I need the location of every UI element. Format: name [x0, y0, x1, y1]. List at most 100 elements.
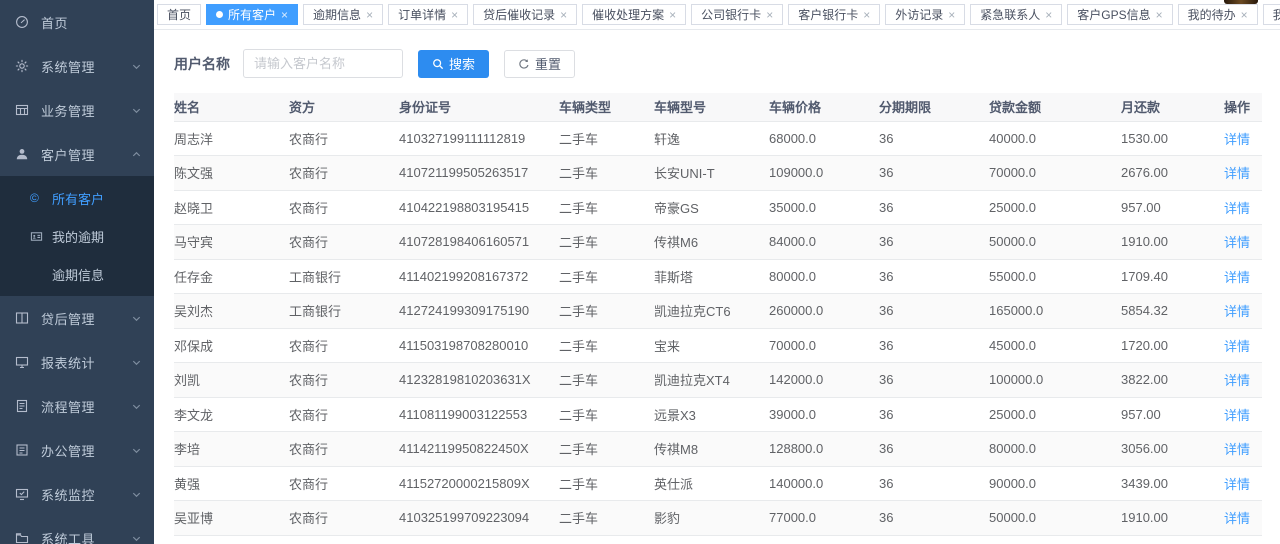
- reset-button[interactable]: 重置: [504, 50, 575, 78]
- cell-vehicle_price: 140000.0: [769, 466, 879, 501]
- reset-button-label: 重置: [535, 54, 561, 73]
- cell-id_number: 41142119950822450X: [399, 432, 559, 467]
- cell-name: 李培: [174, 432, 289, 467]
- detail-link[interactable]: 详情: [1224, 373, 1250, 388]
- cell-action: 详情: [1206, 328, 1262, 363]
- sidebar-item-1[interactable]: 系统管理: [0, 44, 154, 88]
- cell-vehicle_price: 128800.0: [769, 432, 879, 467]
- tab-10[interactable]: 客户GPS信息×: [1067, 4, 1172, 25]
- tab-5[interactable]: 催收处理方案 ×: [582, 4, 686, 25]
- tab-11[interactable]: 我的待办 ×: [1178, 4, 1258, 25]
- tab-3[interactable]: 订单详情×: [388, 4, 468, 25]
- detail-link[interactable]: 详情: [1224, 304, 1250, 319]
- search-icon: [432, 58, 444, 70]
- close-icon[interactable]: ×: [451, 9, 458, 21]
- tab-0[interactable]: 首页: [157, 4, 201, 25]
- close-icon[interactable]: ×: [1241, 9, 1248, 21]
- cell-id_number: 412724199309175190: [399, 294, 559, 329]
- cell-vehicle_type: 二手车: [559, 397, 654, 432]
- cell-vehicle_type: 二手车: [559, 363, 654, 398]
- cell-vehicle_price: 39000.0: [769, 397, 879, 432]
- detail-link[interactable]: 详情: [1224, 477, 1250, 492]
- table-row: 李文龙农商行411081199003122553二手车远景X339000.036…: [174, 397, 1262, 432]
- avatar[interactable]: [1224, 0, 1258, 4]
- tab-label: 催收处理方案: [592, 6, 664, 23]
- detail-link[interactable]: 详情: [1224, 132, 1250, 147]
- sidebar-item-4[interactable]: 贷后管理: [0, 296, 154, 340]
- sidebar-item-label: 报表统计: [41, 353, 131, 372]
- tab-6[interactable]: 公司银行卡×: [691, 4, 783, 25]
- cell-vehicle_type: 二手车: [559, 294, 654, 329]
- cell-installments: 36: [879, 501, 989, 536]
- app-root: 首页系统管理业务管理客户管理©所有客户我的逾期逾期信息贷后管理报表统计流程管理办…: [0, 0, 1280, 544]
- close-icon[interactable]: ×: [669, 9, 676, 21]
- detail-link[interactable]: 详情: [1224, 339, 1250, 354]
- sidebar-item-3[interactable]: 客户管理: [0, 132, 154, 176]
- close-icon[interactable]: ×: [863, 9, 870, 21]
- tab-2[interactable]: 逾期信息×: [303, 4, 383, 25]
- close-icon[interactable]: ×: [281, 9, 288, 21]
- sidebar-item-2[interactable]: 业务管理: [0, 88, 154, 132]
- cell-id_number: 410325199709223094: [399, 501, 559, 536]
- customer-name-input[interactable]: [243, 49, 403, 78]
- monitor-check-icon: [15, 487, 31, 502]
- cell-installments: 36: [879, 328, 989, 363]
- close-icon[interactable]: ×: [1156, 9, 1163, 21]
- tab-7[interactable]: 客户银行卡 ×: [788, 4, 880, 25]
- cell-monthly_payment: 3056.00: [1121, 432, 1206, 467]
- cell-vehicle_model: 长安UNI-T: [654, 156, 769, 191]
- sidebar-item-7[interactable]: 办公管理: [0, 428, 154, 472]
- cell-funder: 农商行: [289, 432, 399, 467]
- sidebar-item-5[interactable]: 报表统计: [0, 340, 154, 384]
- detail-link[interactable]: 详情: [1224, 201, 1250, 216]
- cell-action: 详情: [1206, 432, 1262, 467]
- search-button[interactable]: 搜索: [418, 50, 489, 78]
- cell-funder: 农商行: [289, 156, 399, 191]
- close-icon[interactable]: ×: [1045, 9, 1052, 21]
- tab-label: 客户银行卡: [798, 6, 858, 23]
- tab-4[interactable]: 贷后催收记录×: [473, 4, 577, 25]
- sidebar-item-9[interactable]: 系统工具: [0, 516, 154, 544]
- cell-id_number: 410728198406160571: [399, 225, 559, 260]
- tab-label: 我的待办: [1188, 6, 1236, 23]
- sidebar-item-8[interactable]: 系统监控: [0, 472, 154, 516]
- sidebar-item-6[interactable]: 流程管理: [0, 384, 154, 428]
- tab-label: 紧急联系人: [980, 6, 1040, 23]
- cell-vehicle_type: 二手车: [559, 501, 654, 536]
- close-icon[interactable]: ×: [366, 9, 373, 21]
- detail-link[interactable]: 详情: [1224, 408, 1250, 423]
- tab-12[interactable]: 我的流程×: [1263, 4, 1280, 25]
- detail-link[interactable]: 详情: [1224, 270, 1250, 285]
- tab-1[interactable]: 所有客户×: [206, 4, 298, 25]
- refresh-icon: [518, 58, 530, 70]
- column-header: 资方: [289, 93, 399, 121]
- close-icon[interactable]: ×: [948, 9, 955, 21]
- sidebar-subitem-1[interactable]: 我的逾期: [0, 217, 154, 255]
- cell-installments: 36: [879, 225, 989, 260]
- detail-link[interactable]: 详情: [1224, 166, 1250, 181]
- close-icon[interactable]: ×: [766, 9, 773, 21]
- cell-vehicle_model: 传祺M6: [654, 225, 769, 260]
- sidebar-item-home[interactable]: 首页: [0, 0, 154, 44]
- detail-link[interactable]: 详情: [1224, 442, 1250, 457]
- cell-id_number: 41232819810203631X: [399, 363, 559, 398]
- detail-link[interactable]: 详情: [1224, 511, 1250, 526]
- column-header: 操作: [1206, 93, 1262, 121]
- column-header: 月还款: [1121, 93, 1206, 121]
- cell-vehicle_price: 84000.0: [769, 225, 879, 260]
- detail-link[interactable]: 详情: [1224, 235, 1250, 250]
- cell-id_number: 410721199505263517: [399, 156, 559, 191]
- sidebar-subitem-2[interactable]: 逾期信息: [0, 255, 154, 293]
- cell-vehicle_type: 二手车: [559, 259, 654, 294]
- tab-9[interactable]: 紧急联系人 ×: [970, 4, 1062, 25]
- close-icon[interactable]: ×: [560, 9, 567, 21]
- sidebar-subitem-label: 我的逾期: [52, 227, 104, 246]
- sidebar-item-label: 首页: [41, 13, 142, 32]
- cell-loan_amount: 40000.0: [989, 121, 1121, 156]
- sidebar-item-label: 流程管理: [41, 397, 131, 416]
- cell-installments: 36: [879, 190, 989, 225]
- tab-8[interactable]: 外访记录×: [885, 4, 965, 25]
- sidebar-subitem-0[interactable]: ©所有客户: [0, 179, 154, 217]
- table-row: 黄强农商行41152720000215809X二手车英仕派140000.0369…: [174, 466, 1262, 501]
- table-row: 任存金工商银行411402199208167372二手车菲斯塔80000.036…: [174, 259, 1262, 294]
